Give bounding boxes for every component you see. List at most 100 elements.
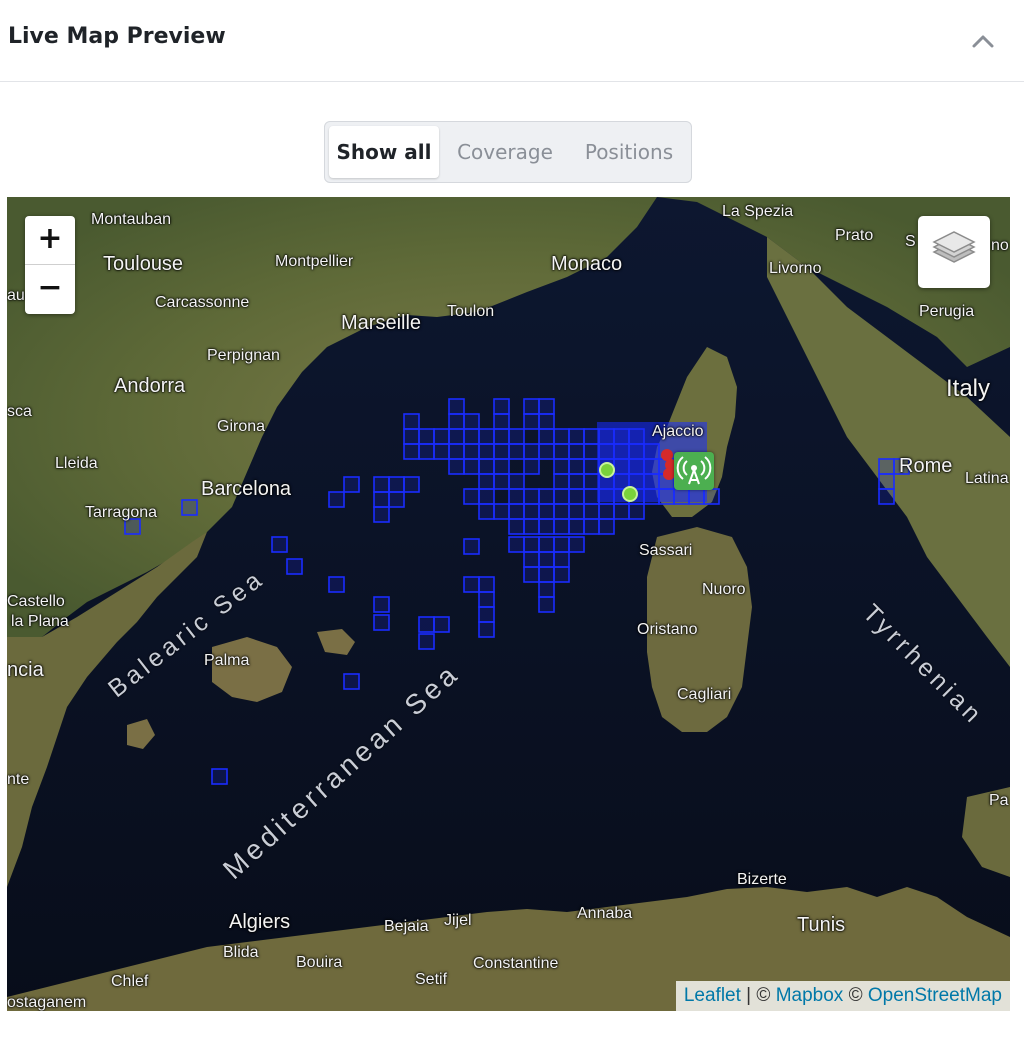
coverage-cell	[508, 536, 525, 553]
label-oristano: Oristano	[637, 621, 698, 638]
zoom-out-button[interactable]: −	[25, 265, 75, 313]
coverage-cell	[418, 633, 435, 650]
label-girona: Girona	[217, 418, 266, 435]
coverage-cell	[583, 428, 600, 445]
coverage-cell	[878, 458, 895, 475]
coverage-cell	[478, 473, 495, 490]
label-jijel: Jijel	[444, 912, 472, 929]
layers-button[interactable]	[918, 216, 990, 288]
attribution-separator: | ©	[740, 985, 776, 1006]
coverage-cell	[463, 538, 480, 555]
coverage-cell	[568, 473, 585, 490]
map-attribution: Leaflet | © Mapbox © OpenStreetMap	[675, 981, 1010, 1011]
label-montauban: Montauban	[91, 211, 172, 228]
coverage-cell	[403, 476, 420, 493]
label-latina: Latina	[965, 470, 1009, 487]
label-rome: Rome	[899, 455, 953, 477]
label-sca: sca	[7, 403, 32, 420]
coverage-cell	[478, 591, 495, 608]
label-ncia: ncia	[7, 659, 44, 681]
coverage-cell	[613, 503, 630, 520]
mapbox-link[interactable]: Mapbox	[776, 985, 844, 1006]
leaflet-link[interactable]: Leaflet	[684, 985, 741, 1006]
label-bizerte: Bizerte	[737, 871, 787, 888]
label-livorno: Livorno	[769, 260, 822, 277]
label-pa: Pa	[989, 792, 1009, 809]
coverage-cell	[418, 616, 435, 633]
coverage-cell	[403, 428, 420, 445]
coverage-cell	[583, 503, 600, 520]
coverage-cell	[523, 458, 540, 475]
map-tiles	[7, 197, 1010, 1011]
antenna-icon	[676, 456, 712, 485]
tab-positions[interactable]: Positions	[571, 126, 687, 178]
coverage-cell	[463, 488, 480, 505]
label-palma: Palma	[204, 652, 250, 669]
position-marker	[599, 462, 615, 478]
label-barcelona: Barcelona	[201, 478, 292, 500]
label-annaba: Annaba	[577, 905, 633, 922]
coverage-cell	[433, 616, 450, 633]
coverage-cell	[583, 488, 600, 505]
coverage-cell	[553, 536, 570, 553]
coverage-cell	[508, 503, 525, 520]
coverage-cell	[493, 458, 510, 475]
label-blida: Blida	[223, 944, 259, 961]
coverage-cell	[538, 596, 555, 613]
coverage-cell	[448, 428, 465, 445]
coverage-cell	[478, 606, 495, 623]
coverage-cell	[271, 536, 288, 553]
tab-coverage[interactable]: Coverage	[447, 126, 563, 178]
label-constantine: Constantine	[473, 955, 559, 972]
coverage-cell	[523, 551, 540, 568]
coverage-cell	[598, 518, 615, 535]
coverage-cell	[448, 458, 465, 475]
label-prato: Prato	[835, 227, 874, 244]
map-canvas[interactable]: Montauban Toulouse Montpellier Monaco La…	[7, 197, 1010, 1011]
coverage-cell	[463, 413, 480, 430]
coverage-cell	[343, 673, 360, 690]
coverage-cell	[328, 491, 345, 508]
label-tarragona: Tarragona	[85, 504, 158, 521]
coverage-cell	[211, 768, 228, 785]
label-tunis: Tunis	[797, 914, 846, 936]
coverage-cell	[373, 506, 390, 523]
label-toulouse: Toulouse	[103, 253, 184, 275]
coverage-cell	[478, 458, 495, 475]
coverage-cell	[538, 536, 555, 553]
collapse-button[interactable]	[962, 20, 1004, 62]
coverage-cell	[553, 503, 570, 520]
coverage-cell	[523, 443, 540, 460]
coverage-cell	[538, 581, 555, 598]
osm-link[interactable]: OpenStreetMap	[868, 985, 1002, 1006]
label-cagliari: Cagliari	[677, 686, 732, 703]
label-au: au	[7, 287, 25, 304]
gateway-marker[interactable]	[674, 452, 714, 490]
label-carcassonne: Carcassonne	[155, 294, 250, 311]
coverage-cell	[373, 614, 390, 631]
coverage-cell	[433, 443, 450, 460]
coverage-cell	[553, 566, 570, 583]
label-sassari: Sassari	[639, 542, 693, 559]
coverage-cell	[583, 443, 600, 460]
label-la-plana: la Plana	[11, 613, 69, 630]
coverage-cell	[478, 443, 495, 460]
coverage-cell	[538, 503, 555, 520]
coverage-cell	[373, 476, 390, 493]
coverage-cell	[523, 536, 540, 553]
coverage-cell	[538, 551, 555, 568]
coverage-cell	[878, 488, 895, 505]
coverage-cell	[538, 488, 555, 505]
coverage-cell	[508, 473, 525, 490]
coverage-cell	[328, 576, 345, 593]
coverage-cell	[568, 488, 585, 505]
label-mostaganem: ostaganem	[7, 994, 87, 1011]
label-bejaia: Bejaia	[384, 918, 429, 935]
label-setif: Setif	[415, 971, 448, 988]
coverage-cell	[538, 428, 555, 445]
tab-show-all[interactable]: Show all	[329, 126, 439, 178]
coverage-cell	[583, 458, 600, 475]
coverage-cell	[508, 488, 525, 505]
zoom-in-button[interactable]: +	[25, 216, 75, 264]
coverage-cell	[553, 551, 570, 568]
